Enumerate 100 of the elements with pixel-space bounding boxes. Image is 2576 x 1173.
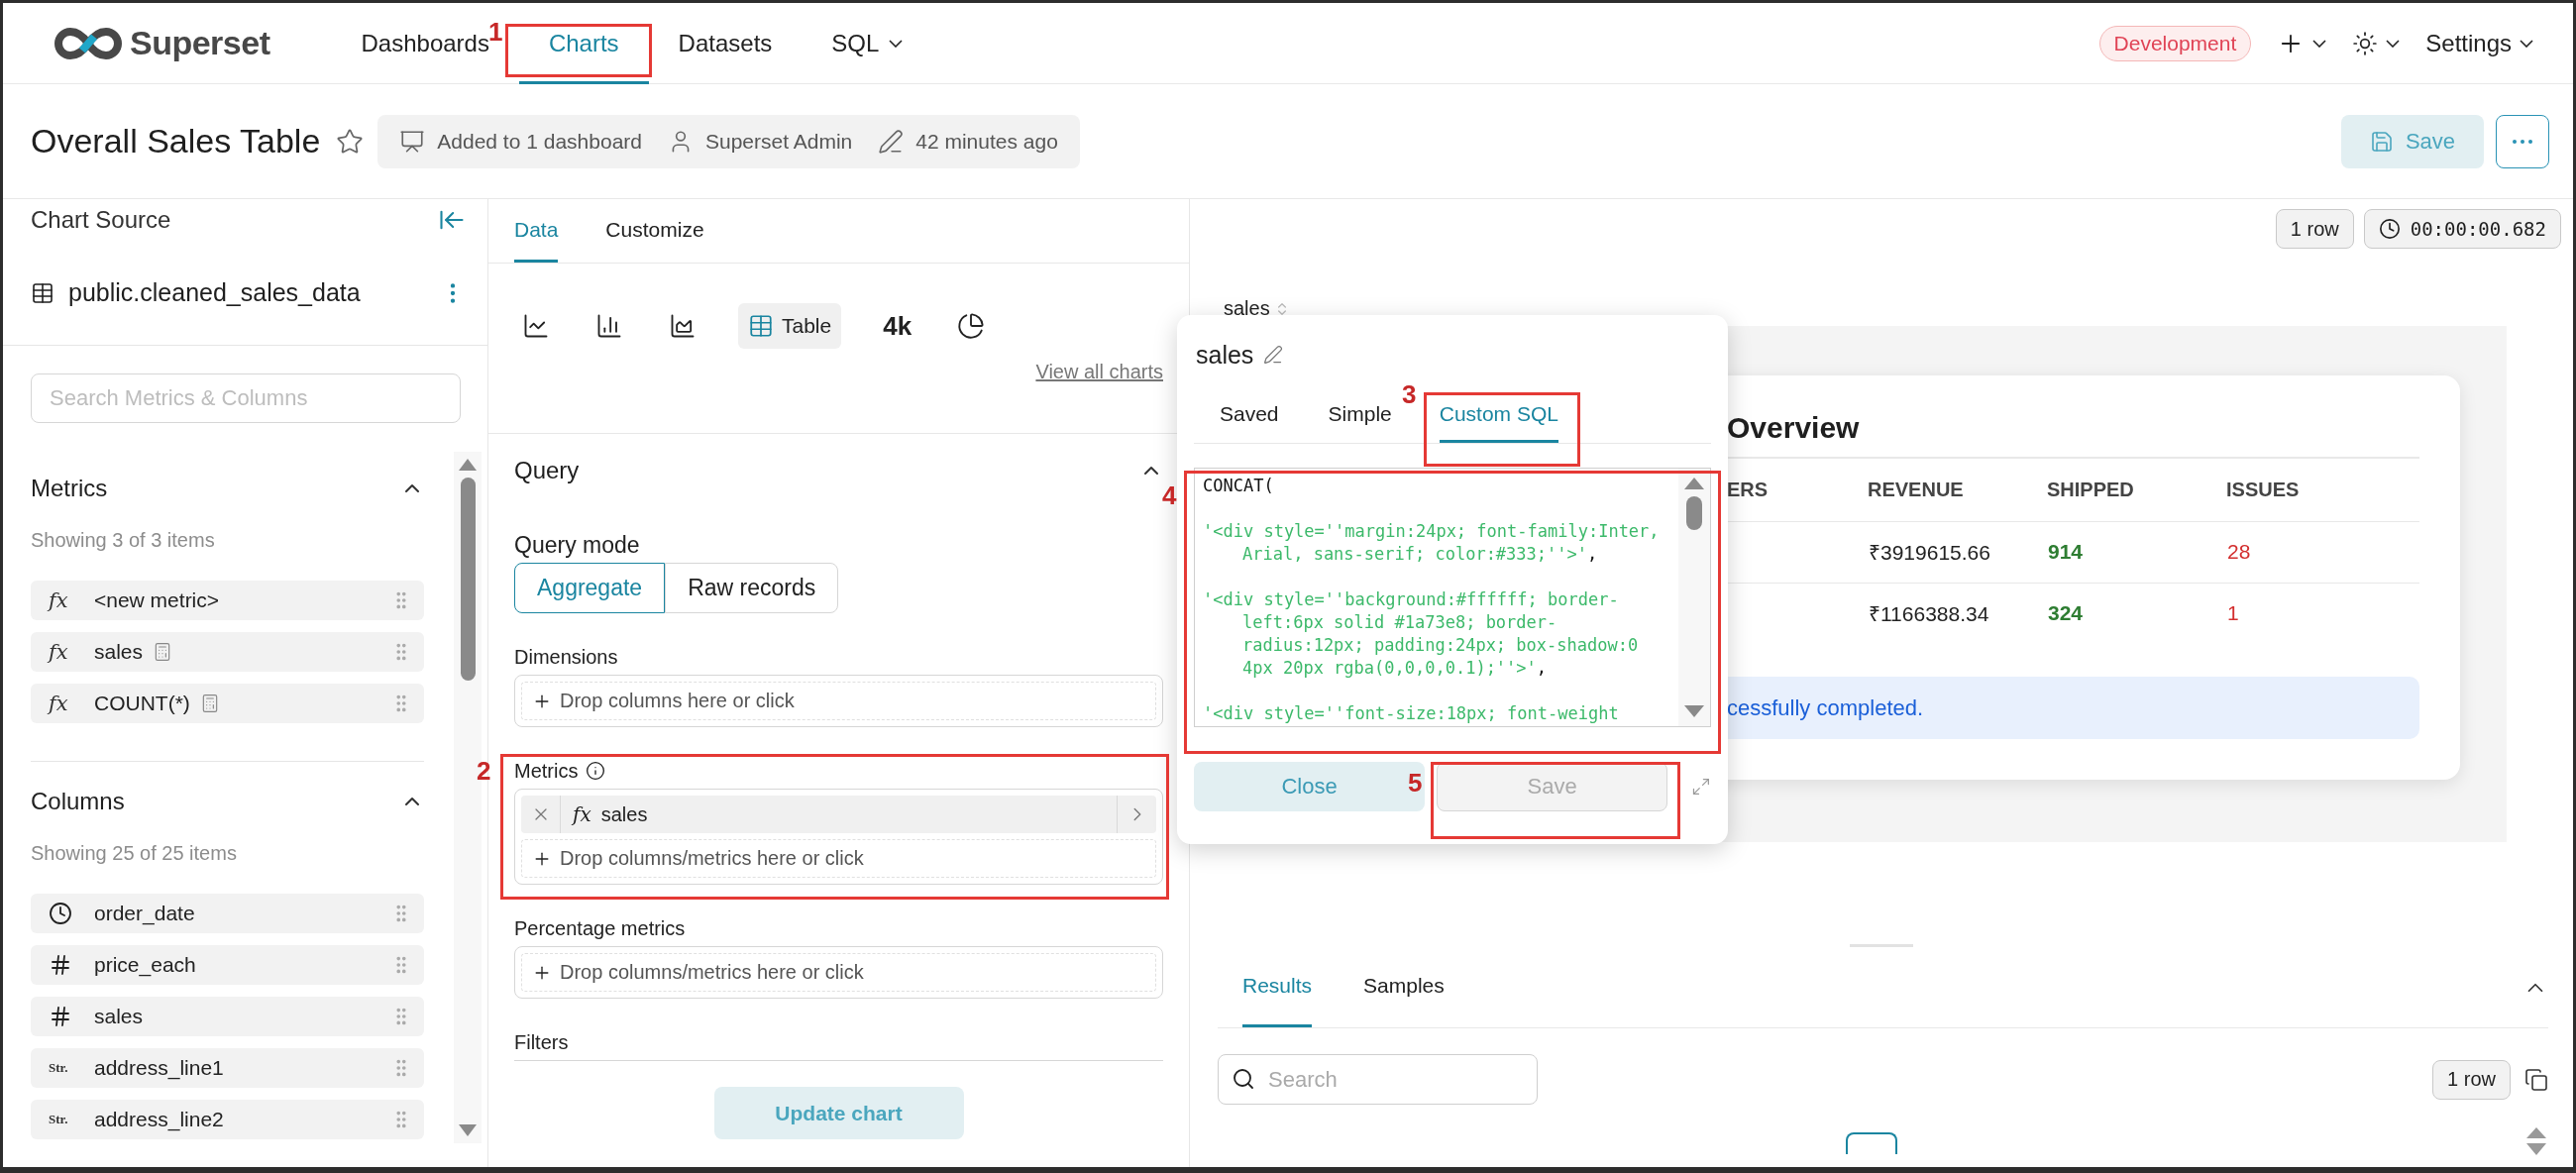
scroll-up-icon[interactable] [1683,477,1705,490]
hash-icon [49,1005,72,1028]
more-button[interactable] [2496,114,2549,168]
metric-item[interactable]: fx sales [31,632,424,672]
annotation-number: 5 [1408,768,1423,799]
section-title: Query [514,457,580,484]
popover-tab[interactable]: Custom SQL [1439,374,1558,443]
panel-title: Chart Source [31,206,171,234]
table-column-header[interactable]: sales [1224,297,1290,320]
search-field[interactable]: Search Metrics & Columns [31,373,461,423]
table-header: SHIPPED [2047,459,2226,521]
column-name: address_line2 [94,1108,224,1131]
column-item[interactable]: Str. address_line2 [31,1100,424,1139]
code-line: CONCAT( [1203,475,1275,497]
metric-name: COUNT(*) [94,692,190,715]
copy-icon[interactable] [2524,1067,2548,1092]
column-item[interactable]: sales [31,997,424,1036]
column-name: order_date [94,902,195,925]
popover-tab[interactable]: Simple [1328,374,1392,443]
section-title: Columns [31,788,125,815]
table-cell: ₹1166388.34 [1868,583,2047,644]
scroll-down-icon[interactable] [1683,704,1705,718]
table-cell: 914 [2047,521,2226,583]
section-title: Metrics [31,475,108,502]
view-all-charts-link[interactable]: View all charts [1035,361,1163,383]
chart-type-button[interactable]: Table [738,303,842,349]
function-label: fx [49,692,69,715]
metadata-text: 42 minutes ago [915,129,1058,154]
column-item[interactable]: order_date [31,894,424,933]
table-cell: 1 [2226,583,2419,644]
settings-menu[interactable]: Settings [2425,29,2533,57]
panel-tab[interactable]: Data [514,199,559,263]
metric-chip[interactable]: fx sales [521,796,1156,833]
field-label: Query mode [514,531,640,559]
chart-type-button[interactable]: 4k [879,303,916,349]
nav-tab[interactable]: Charts [518,3,649,84]
annotation-number: 4 [1162,480,1177,511]
field-label: Percentage metrics [514,916,686,940]
drop-hint: Drop columns/metrics here or click [560,961,864,984]
query-mode-option[interactable]: Aggregate [514,563,666,613]
results-tab[interactable]: Results [1242,947,1313,1027]
metadata-text: Added to 1 dashboard [437,129,642,154]
scroll-arrows-icon[interactable] [2524,1126,2548,1156]
clock-icon [2378,218,2401,240]
item-count: Showing 3 of 3 items [31,527,216,553]
annotation-number: 2 [477,756,491,787]
logo-icon [54,26,122,60]
function-label: fx [573,802,591,826]
table-header: ISSUES [2226,459,2419,521]
scroll-down-icon[interactable] [458,1123,478,1137]
nav-tab[interactable]: Datasets [648,3,803,84]
caret-icon [2520,39,2533,48]
ellipsis-icon [2513,139,2532,144]
timer-text: 00:00:00.682 [2410,218,2546,240]
popover-tab[interactable]: Saved [1220,374,1279,443]
annotation-number: 1 [488,17,503,48]
edit-icon[interactable] [1263,345,1284,365]
drop-target[interactable]: Drop columns here or click [521,682,1156,720]
nav-tab[interactable]: SQL [802,3,933,84]
metric-name: <new metric> [94,588,220,612]
drop-target[interactable]: Drop columns/metrics here or click [521,839,1156,878]
star-icon[interactable] [336,127,365,156]
column-item[interactable]: Str. address_line1 [31,1048,424,1088]
panel-tab[interactable]: Customize [605,199,704,263]
clock-icon [49,902,72,925]
resize-icon[interactable] [1691,777,1711,797]
drop-hint: Drop columns here or click [560,690,795,712]
drop-target[interactable]: Drop columns/metrics here or click [521,953,1156,992]
table-icon [31,280,54,305]
chart-title: Overall Sales Table [31,122,321,160]
field-label: Filters [514,1030,569,1054]
metric-item[interactable]: fx <new metric> [31,581,424,620]
code-line: '<div style=''font-size:18px; font-weight [1203,702,1620,725]
table-cell: 28 [2226,521,2419,583]
field-label: Dimensions [514,645,618,669]
column-name: price_each [94,953,196,977]
column-item[interactable]: price_each [31,945,424,985]
pagination-button[interactable] [1845,1132,1897,1154]
row-count-badge: 1 row [2432,1059,2511,1100]
pencil-icon [878,128,905,155]
column-name: address_line1 [94,1056,224,1080]
scrollbar-thumb[interactable] [460,478,476,681]
type-label: Str. [49,1112,69,1127]
table-icon [748,313,774,339]
function-label: fx [49,588,69,612]
theme-menu-button[interactable] [2352,30,2401,56]
scrollbar-thumb[interactable] [1686,496,1702,530]
code-line: '<div style=''background:#ffffff; border-left:6px solid #1a73e8; border-radius:12px; padding:24px; box-shadow:0 4px 20px rgba(0,0,0,0.1);''>', [1203,588,1640,680]
column-name: sales [94,1005,144,1028]
scroll-up-icon[interactable] [458,458,478,472]
query-mode-option[interactable]: Raw records [665,563,839,613]
results-tab[interactable]: Samples [1363,947,1445,1027]
search-field[interactable]: Search [1218,1054,1538,1105]
table-cell: 324 [2047,583,2226,644]
metric-item[interactable]: fx COUNT(*) [31,684,424,723]
hash-icon [49,953,72,977]
table-header: REVENUE [1868,459,2047,521]
row-count-badge: 1 row [2275,209,2354,249]
code-line: '<div style=''margin:24px; font-family:Inter, Arial, sans-serif; color:#333;''>', [1203,520,1661,566]
environment-badge: Development [2098,25,2252,61]
